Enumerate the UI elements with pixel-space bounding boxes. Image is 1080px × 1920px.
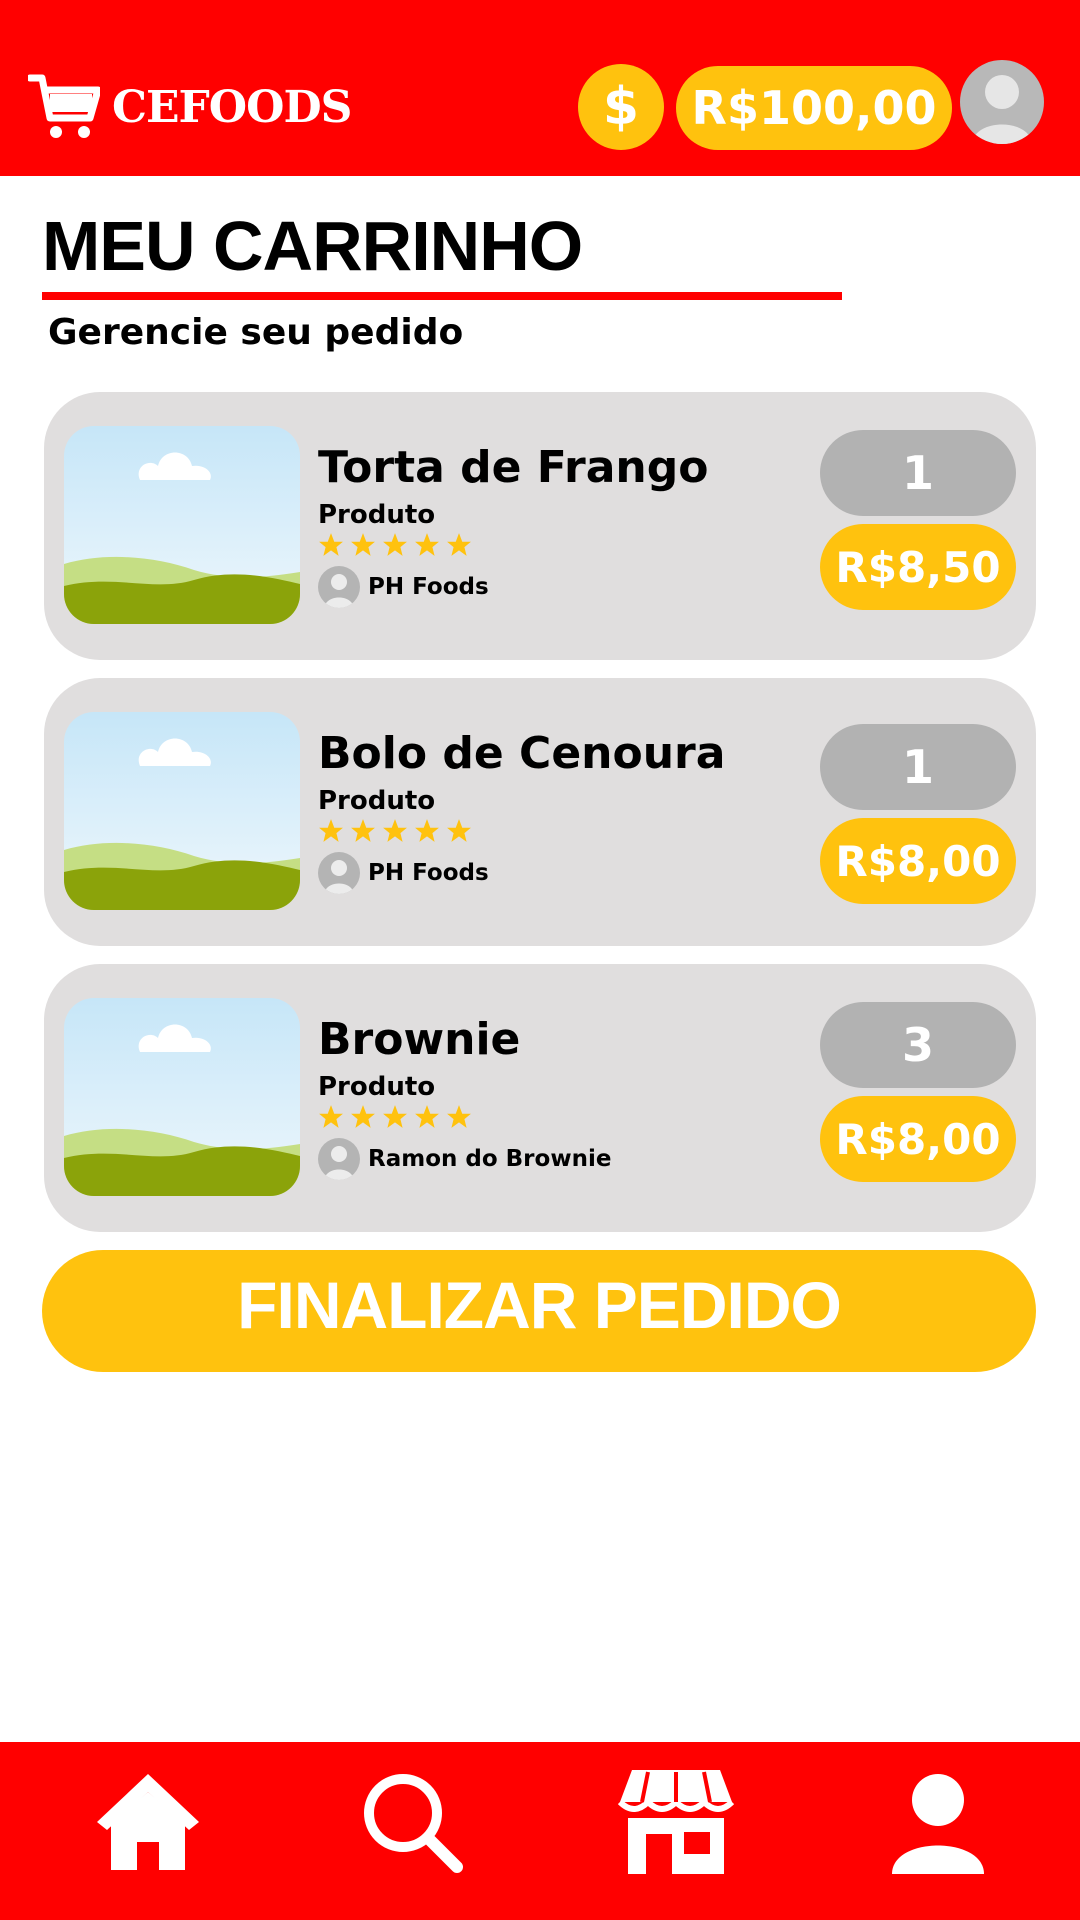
- profile-icon: [892, 1774, 984, 1874]
- seller-avatar-icon: [318, 566, 360, 608]
- finalize-order-button[interactable]: FINALIZAR PEDIDO: [42, 1250, 1036, 1372]
- bottom-nav: [0, 1742, 1080, 1920]
- star-icon: [447, 819, 471, 842]
- nav-search[interactable]: [352, 1762, 472, 1882]
- user-avatar[interactable]: [960, 60, 1044, 144]
- seller-info[interactable]: PH Foods: [318, 566, 489, 608]
- nav-profile[interactable]: [878, 1762, 998, 1882]
- rating-stars: [318, 818, 472, 844]
- app-logo[interactable]: CEFOODS: [28, 72, 352, 142]
- rating-stars: [318, 532, 472, 558]
- star-icon: [383, 533, 407, 556]
- star-icon: [351, 533, 375, 556]
- seller-info[interactable]: PH Foods: [318, 852, 489, 894]
- quantity-badge[interactable]: 1: [820, 430, 1016, 516]
- cart-item[interactable]: Torta de Frango Produto PH Foods 1 R$8,5…: [44, 392, 1036, 660]
- star-icon: [447, 1105, 471, 1128]
- product-image: [64, 712, 300, 910]
- star-icon: [351, 819, 375, 842]
- product-name: Brownie: [318, 1014, 521, 1065]
- balance-badge[interactable]: R$100,00: [676, 66, 952, 150]
- user-icon: [972, 75, 1032, 144]
- star-icon: [319, 533, 343, 556]
- nav-store[interactable]: [616, 1762, 736, 1882]
- nav-home[interactable]: [88, 1762, 208, 1882]
- product-type: Produto: [318, 1072, 436, 1102]
- product-image: [64, 998, 300, 1196]
- star-icon: [383, 819, 407, 842]
- product-name: Bolo de Cenoura: [318, 728, 726, 779]
- seller-info[interactable]: Ramon do Brownie: [318, 1138, 611, 1180]
- cart-item[interactable]: Brownie Produto Ramon do Brownie 3 R$8,0…: [44, 964, 1036, 1232]
- product-type: Produto: [318, 786, 436, 816]
- seller-avatar-icon: [318, 1138, 360, 1180]
- product-type: Produto: [318, 500, 436, 530]
- store-icon: [618, 1770, 734, 1874]
- seller-name: PH Foods: [368, 860, 489, 886]
- cart-icon: [28, 74, 100, 138]
- home-icon: [97, 1774, 199, 1870]
- star-icon: [415, 819, 439, 842]
- price-badge: R$8,00: [820, 818, 1016, 904]
- quantity-badge[interactable]: 1: [820, 724, 1016, 810]
- seller-avatar-icon: [318, 852, 360, 894]
- seller-name: PH Foods: [368, 574, 489, 600]
- top-bar: CEFOODS $ R$100,00: [0, 0, 1080, 176]
- price-badge: R$8,50: [820, 524, 1016, 610]
- quantity-badge[interactable]: 3: [820, 1002, 1016, 1088]
- search-icon: [364, 1774, 463, 1873]
- page-title: MEU CARRINHO: [42, 207, 583, 285]
- star-icon: [319, 819, 343, 842]
- app-name: CEFOODS: [112, 81, 352, 133]
- cart-item[interactable]: Bolo de Cenoura Produto PH Foods 1 R$8,0…: [44, 678, 1036, 946]
- product-name: Torta de Frango: [318, 442, 709, 493]
- page-subtitle: Gerencie seu pedido: [48, 312, 464, 353]
- rating-stars: [318, 1104, 472, 1130]
- title-underline: [42, 292, 842, 300]
- star-icon: [351, 1105, 375, 1128]
- seller-name: Ramon do Brownie: [368, 1146, 612, 1172]
- star-icon: [447, 533, 471, 556]
- product-image: [64, 426, 300, 624]
- star-icon: [415, 533, 439, 556]
- star-icon: [415, 1105, 439, 1128]
- coin-icon[interactable]: $: [578, 64, 664, 150]
- star-icon: [319, 1105, 343, 1128]
- star-icon: [383, 1105, 407, 1128]
- price-badge: R$8,00: [820, 1096, 1016, 1182]
